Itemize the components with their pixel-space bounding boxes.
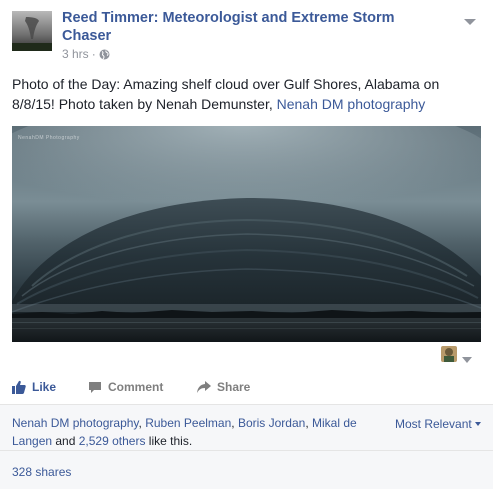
shares-count-link[interactable]: 328 shares <box>12 465 71 479</box>
share-label: Share <box>217 380 251 394</box>
shares-summary: 328 shares <box>0 451 493 489</box>
likes-summary: Nenah DM photography, Ruben Peelman, Bor… <box>0 405 493 451</box>
photographer-link[interactable]: Nenah DM photography <box>277 96 426 112</box>
post-photo[interactable]: NenahDM Photography <box>12 126 481 342</box>
feed-post: Reed Timmer: Meteorologist and Extreme S… <box>0 0 493 489</box>
post-text: Photo of the Day: Amazing shelf cloud ov… <box>12 74 482 114</box>
sort-comments-dropdown[interactable]: Most Relevant <box>395 417 481 431</box>
thumbs-up-icon <box>12 380 26 394</box>
photo-watermark: NenahDM Photography <box>18 135 80 141</box>
post-actions-bar: Like Comment Share <box>0 371 493 405</box>
like-button[interactable]: Like <box>12 380 56 394</box>
liker-separator: , <box>231 416 238 430</box>
liker-separator: , <box>305 416 312 430</box>
page-avatar[interactable] <box>12 11 52 51</box>
likes-sentence: Nenah DM photography, Ruben Peelman, Bor… <box>12 414 372 450</box>
comment-label: Comment <box>108 380 164 394</box>
liker-link[interactable]: Ruben Peelman <box>145 416 231 430</box>
post-author-name[interactable]: Reed Timmer: Meteorologist and Extreme S… <box>62 9 442 45</box>
viewer-avatar[interactable] <box>441 346 457 362</box>
liker-link[interactable]: Boris Jordan <box>238 416 305 430</box>
chevron-down-icon <box>474 422 481 426</box>
post-timestamp[interactable]: 3 hrs <box>62 47 89 61</box>
comment-button[interactable]: Comment <box>88 380 163 394</box>
likes-suffix: like this. <box>145 434 193 448</box>
post-meta: 3 hrs · <box>62 47 110 61</box>
comment-bubble-icon <box>88 381 102 394</box>
liker-link[interactable]: Nenah DM photography <box>12 416 139 430</box>
sort-label: Most Relevant <box>395 417 472 431</box>
likes-conjunction: and <box>52 434 79 448</box>
meta-separator: · <box>91 47 96 61</box>
share-arrow-icon <box>197 381 211 393</box>
like-label: Like <box>32 380 57 394</box>
chevron-down-icon[interactable] <box>462 351 472 363</box>
chevron-down-icon[interactable] <box>463 14 477 25</box>
share-button[interactable]: Share <box>197 380 250 394</box>
globe-icon[interactable] <box>99 49 110 60</box>
other-likers-link[interactable]: 2,529 others <box>79 434 146 448</box>
